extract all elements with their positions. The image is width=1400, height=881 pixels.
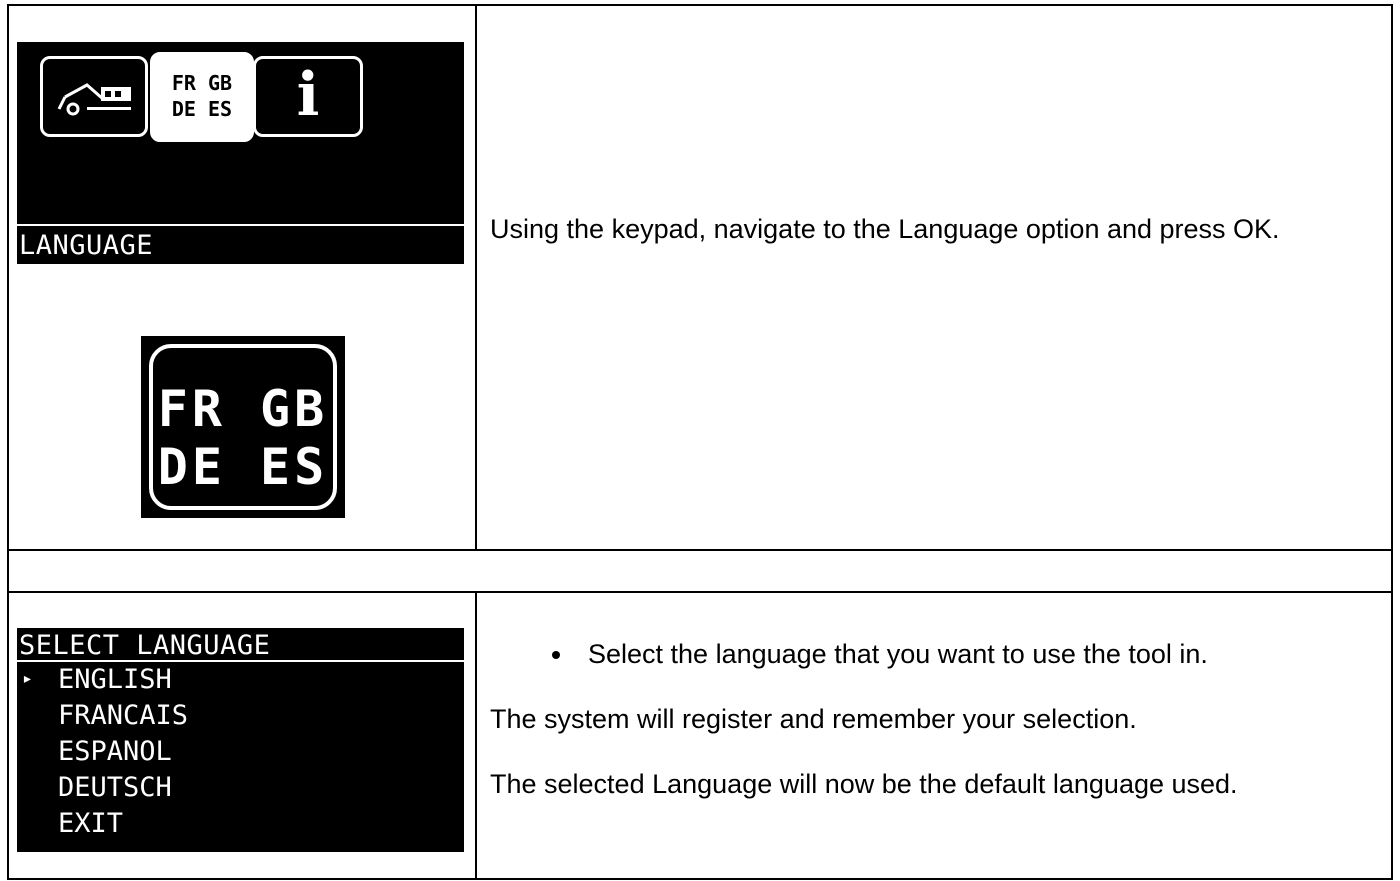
big-icon-line-2: DE ES	[157, 438, 329, 496]
title-underline	[17, 660, 464, 662]
step2-line-1: The system will register and remember yo…	[490, 704, 1137, 734]
menu-option-francais[interactable]: FRANCAIS	[17, 702, 464, 732]
language-menu-icon[interactable]: FR GB DE ES	[150, 52, 254, 142]
option-label: EXIT	[58, 808, 124, 839]
selected-menu-label: LANGUAGE	[19, 230, 154, 261]
selection-cursor-icon: ▸	[22, 668, 33, 689]
column-divider-top	[475, 4, 477, 551]
screen-title: SELECT LANGUAGE	[19, 630, 271, 661]
language-icon-enlarged: FR GB DE ES	[141, 336, 345, 518]
bullet-icon	[552, 651, 560, 659]
menu-option-deutsch[interactable]: DEUTSCH	[17, 774, 464, 804]
row-divider-2	[7, 591, 1393, 593]
info-glyph: i	[296, 60, 320, 130]
menu-option-english[interactable]: ▸ ENGLISH	[17, 666, 464, 696]
step1-instruction: Using the keypad, navigate to the Langua…	[490, 214, 1280, 244]
menu-option-espanol[interactable]: ESPANOL	[17, 738, 464, 768]
big-icon-line-1: FR GB	[157, 380, 329, 438]
info-icon[interactable]: i	[253, 56, 363, 137]
option-label: ESPANOL	[58, 736, 172, 767]
select-language-screen: SELECT LANGUAGE ▸ ENGLISH FRANCAIS ESPAN…	[17, 628, 464, 852]
language-icon-line-2: DE ES	[171, 97, 233, 121]
row-divider-1	[7, 549, 1393, 551]
option-label: DEUTSCH	[58, 772, 172, 803]
option-label: ENGLISH	[58, 664, 172, 695]
vehicle-icon[interactable]	[40, 56, 148, 137]
column-divider-bottom	[475, 591, 477, 880]
main-menu-screen: FR GB DE ES i LANGUAGE	[17, 42, 464, 264]
option-label: FRANCAIS	[58, 700, 189, 731]
step2-line-2: The selected Language will now be the de…	[490, 769, 1238, 799]
menu-option-exit[interactable]: EXIT	[17, 810, 464, 840]
selection-bar	[17, 224, 464, 226]
step2-bullet: Select the language that you want to use…	[588, 639, 1208, 669]
language-icon-line-1: FR GB	[171, 71, 233, 95]
